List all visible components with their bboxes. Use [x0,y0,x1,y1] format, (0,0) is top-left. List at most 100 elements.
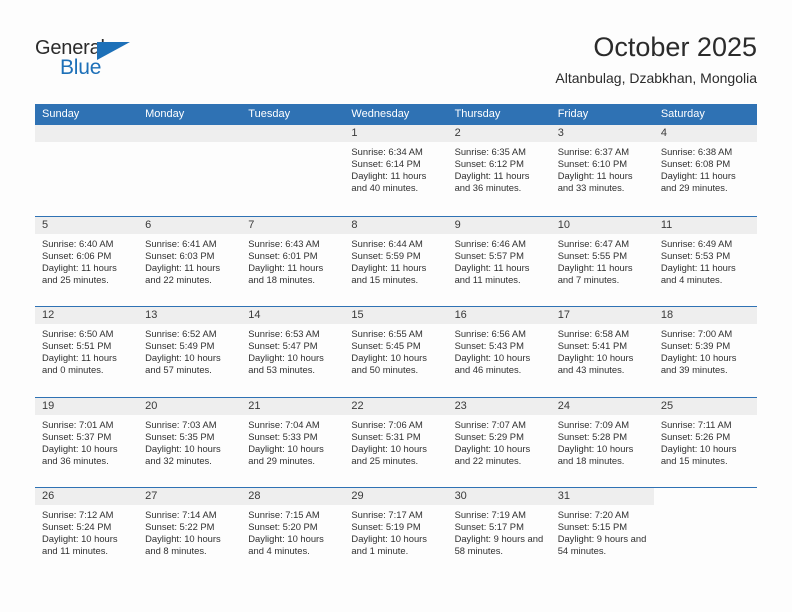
calendar-day-cell[interactable]: 14 Sunrise: 6:53 AM Sunset: 5:47 PM Dayligh… [241,307,345,397]
calendar-day-cell[interactable]: 11 Sunrise: 6:49 AM Sunset: 5:53 PM Dayligh… [653,216,757,306]
sunset-text: Sunset: 5:55 PM [557,249,628,261]
calendar-day-cell[interactable]: 10 Sunrise: 6:47 AM Sunset: 5:55 PM Dayligh… [550,216,654,306]
daylight-text: Daylight: 10 hours and 1 minute. [351,533,427,557]
sunrise-text: Sunrise: 6:56 AM [454,328,526,339]
daylight-text: Daylight: 10 hours and 18 minutes. [557,442,634,466]
day-number: 2 [447,125,551,142]
day-sun-info: Sunrise: 6:56 AM Sunset: 5:43 PM Daylight:… [448,324,551,376]
calendar-day-cell[interactable]: 21 Sunrise: 7:04 AM Sunset: 5:33 PM Dayligh… [241,397,345,487]
sunrise-text: Sunrise: 6:38 AM [660,146,733,157]
day-sun-info: Sunrise: 6:43 AM Sunset: 6:01 PM Daylight:… [241,234,344,286]
sunrise-text: Sunrise: 7:04 AM [248,418,320,430]
page-header: General Blue October 2025 Altanbulag, Dz… [0,0,792,100]
calendar-day-cell[interactable]: 23 Sunrise: 7:07 AM Sunset: 5:29 PM Dayligh… [447,397,551,487]
calendar-day-cell[interactable]: 15 Sunrise: 6:55 AM Sunset: 5:45 PM Dayligh… [344,307,448,397]
calendar-week-row: 1 Sunrise: 6:34 AM Sunset: 6:14 PM Daylight… [35,125,757,216]
sunset-text: Sunset: 6:03 PM [145,249,215,261]
day-sun-info: Sunrise: 6:38 AM Sunset: 6:08 PM Daylight:… [654,142,757,194]
sunset-text: Sunset: 5:49 PM [145,340,215,352]
day-sun-info: Sunrise: 7:15 AM Sunset: 5:20 PM Daylight:… [241,505,344,557]
sunrise-text: Sunrise: 7:20 AM [557,509,630,520]
calendar-day-cell[interactable]: 7 Sunrise: 6:43 AM Sunset: 6:01 PM Daylight… [241,216,345,306]
day-number: 30 [447,488,551,505]
logo-text-blue: Blue [60,56,102,79]
sunset-text: Sunset: 5:45 PM [351,340,421,352]
sunset-text: Sunset: 5:35 PM [145,430,215,442]
sunrise-text: Sunrise: 7:11 AM [660,418,732,430]
calendar-day-cell[interactable]: 12 Sunrise: 6:50 AM Sunset: 5:51 PM Dayligh… [35,307,139,397]
daylight-text: Daylight: 10 hours and 39 minutes. [660,352,737,376]
sunrise-text: Sunrise: 6:34 AM [351,146,423,157]
weekday-header-friday: Friday [557,108,589,120]
day-number: 29 [344,488,448,505]
calendar-day-cell[interactable]: 22 Sunrise: 7:06 AM Sunset: 5:31 PM Dayligh… [344,397,448,487]
sunrise-text: Sunrise: 6:53 AM [248,328,320,339]
day-number: 23 [447,397,551,415]
calendar-day-cell[interactable]: 16 Sunrise: 6:56 AM Sunset: 5:43 PM Dayligh… [447,307,551,397]
day-number: 28 [241,488,345,505]
day-sun-info: Sunrise: 7:17 AM Sunset: 5:19 PM Daylight:… [344,505,447,557]
day-number [241,125,345,142]
calendar-day-cell[interactable]: 3 Sunrise: 6:37 AM Sunset: 6:10 PM Daylight… [550,125,654,216]
calendar-day-cell[interactable]: 19 Sunrise: 7:01 AM Sunset: 5:37 PM Dayligh… [35,397,139,487]
calendar-day-cell[interactable]: 17 Sunrise: 6:58 AM Sunset: 5:41 PM Dayligh… [550,307,654,397]
day-number: 27 [138,488,242,505]
sunset-text: Sunset: 5:59 PM [351,249,421,261]
sunrise-text: Sunrise: 6:50 AM [42,328,114,339]
daylight-text: Daylight: 10 hours and 36 minutes. [42,442,118,466]
calendar-day-cell[interactable]: 5 Sunrise: 6:40 AM Sunset: 6:06 PM Daylight… [35,216,139,306]
day-sun-info: Sunrise: 6:34 AM Sunset: 6:14 PM Daylight:… [344,142,447,194]
day-sun-info: Sunrise: 7:04 AM Sunset: 5:33 PM Daylight:… [241,415,344,467]
sunset-text: Sunset: 5:15 PM [557,521,628,533]
sunset-text: Sunset: 5:41 PM [557,340,628,352]
day-number: 17 [550,307,654,324]
day-sun-info: Sunrise: 7:03 AM Sunset: 5:35 PM Daylight:… [138,415,241,467]
calendar-day-cell[interactable]: 27 Sunrise: 7:14 AM Sunset: 5:22 PM Dayligh… [138,488,242,578]
day-sun-info: Sunrise: 7:06 AM Sunset: 5:31 PM Daylight:… [344,415,447,467]
day-number: 14 [241,307,345,324]
calendar-day-cell[interactable]: 29 Sunrise: 7:17 AM Sunset: 5:19 PM Dayligh… [344,488,448,578]
sunset-text: Sunset: 5:39 PM [660,340,731,352]
calendar-day-cell[interactable]: 20 Sunrise: 7:03 AM Sunset: 5:35 PM Dayligh… [138,397,242,487]
day-sun-info: Sunrise: 7:12 AM Sunset: 5:24 PM Daylight:… [35,505,138,557]
sunset-text: Sunset: 5:47 PM [248,340,318,352]
calendar-day-cell[interactable]: 2 Sunrise: 6:35 AM Sunset: 6:12 PM Daylight… [447,125,551,216]
calendar-day-cell[interactable]: 1 Sunrise: 6:34 AM Sunset: 6:14 PM Daylight… [344,125,448,216]
daylight-text: Daylight: 11 hours and 25 minutes. [42,261,117,285]
calendar-day-cell[interactable]: 9 Sunrise: 6:46 AM Sunset: 5:57 PM Daylight… [447,216,551,306]
sunrise-text: Sunrise: 6:41 AM [145,237,217,249]
sunrise-text: Sunrise: 7:03 AM [145,418,217,430]
calendar-week-row: 12 Sunrise: 6:50 AM Sunset: 5:51 PM Dayligh… [35,306,757,397]
weekday-header-sunday: Sunday [42,108,80,120]
calendar-day-cell[interactable]: 8 Sunrise: 6:44 AM Sunset: 5:59 PM Daylight… [344,216,448,306]
daylight-text: Daylight: 10 hours and 29 minutes. [248,442,324,466]
calendar-day-cell-empty [241,125,345,216]
calendar-day-cell[interactable]: 4 Sunrise: 6:38 AM Sunset: 6:08 PM Daylight… [653,125,757,216]
calendar-day-cell[interactable]: 31 Sunrise: 7:20 AM Sunset: 5:15 PM Dayligh… [550,488,654,578]
daylight-text: Daylight: 11 hours and 7 minutes. [557,261,633,285]
sunset-text: Sunset: 6:12 PM [454,158,524,170]
calendar-day-cell[interactable]: 13 Sunrise: 6:52 AM Sunset: 5:49 PM Dayligh… [138,307,242,397]
calendar-day-cell[interactable]: 30 Sunrise: 7:19 AM Sunset: 5:17 PM Dayligh… [447,488,551,578]
calendar-day-cell[interactable]: 6 Sunrise: 6:41 AM Sunset: 6:03 PM Daylight… [138,216,242,306]
daylight-text: Daylight: 9 hours and 58 minutes. [454,533,544,557]
day-number: 18 [653,307,757,324]
calendar-day-cell[interactable]: 26 Sunrise: 7:12 AM Sunset: 5:24 PM Dayligh… [35,488,139,578]
sunset-text: Sunset: 5:24 PM [42,521,112,533]
calendar-day-cell[interactable]: 18 Sunrise: 7:00 AM Sunset: 5:39 PM Dayligh… [653,307,757,397]
calendar-day-cell-empty [138,125,242,216]
daylight-text: Daylight: 10 hours and 46 minutes. [454,352,531,376]
weekday-header-saturday: Saturday [660,108,705,120]
day-sun-info: Sunrise: 7:07 AM Sunset: 5:29 PM Daylight:… [448,415,551,467]
calendar-day-cell[interactable]: 24 Sunrise: 7:09 AM Sunset: 5:28 PM Dayligh… [550,397,654,487]
sunset-text: Sunset: 5:53 PM [660,249,731,261]
calendar-day-cell[interactable]: 25 Sunrise: 7:11 AM Sunset: 5:26 PM Dayligh… [653,397,757,487]
daylight-text: Daylight: 11 hours and 11 minutes. [454,261,530,285]
daylight-text: Daylight: 10 hours and 32 minutes. [145,442,221,466]
day-sun-info: Sunrise: 6:44 AM Sunset: 5:59 PM Daylight:… [344,234,447,286]
sunrise-text: Sunrise: 6:52 AM [145,328,217,339]
day-number [35,125,139,142]
sunset-text: Sunset: 6:10 PM [557,158,628,170]
calendar-day-cell[interactable]: 28 Sunrise: 7:15 AM Sunset: 5:20 PM Dayligh… [241,488,345,578]
sunset-text: Sunset: 5:51 PM [42,340,112,352]
